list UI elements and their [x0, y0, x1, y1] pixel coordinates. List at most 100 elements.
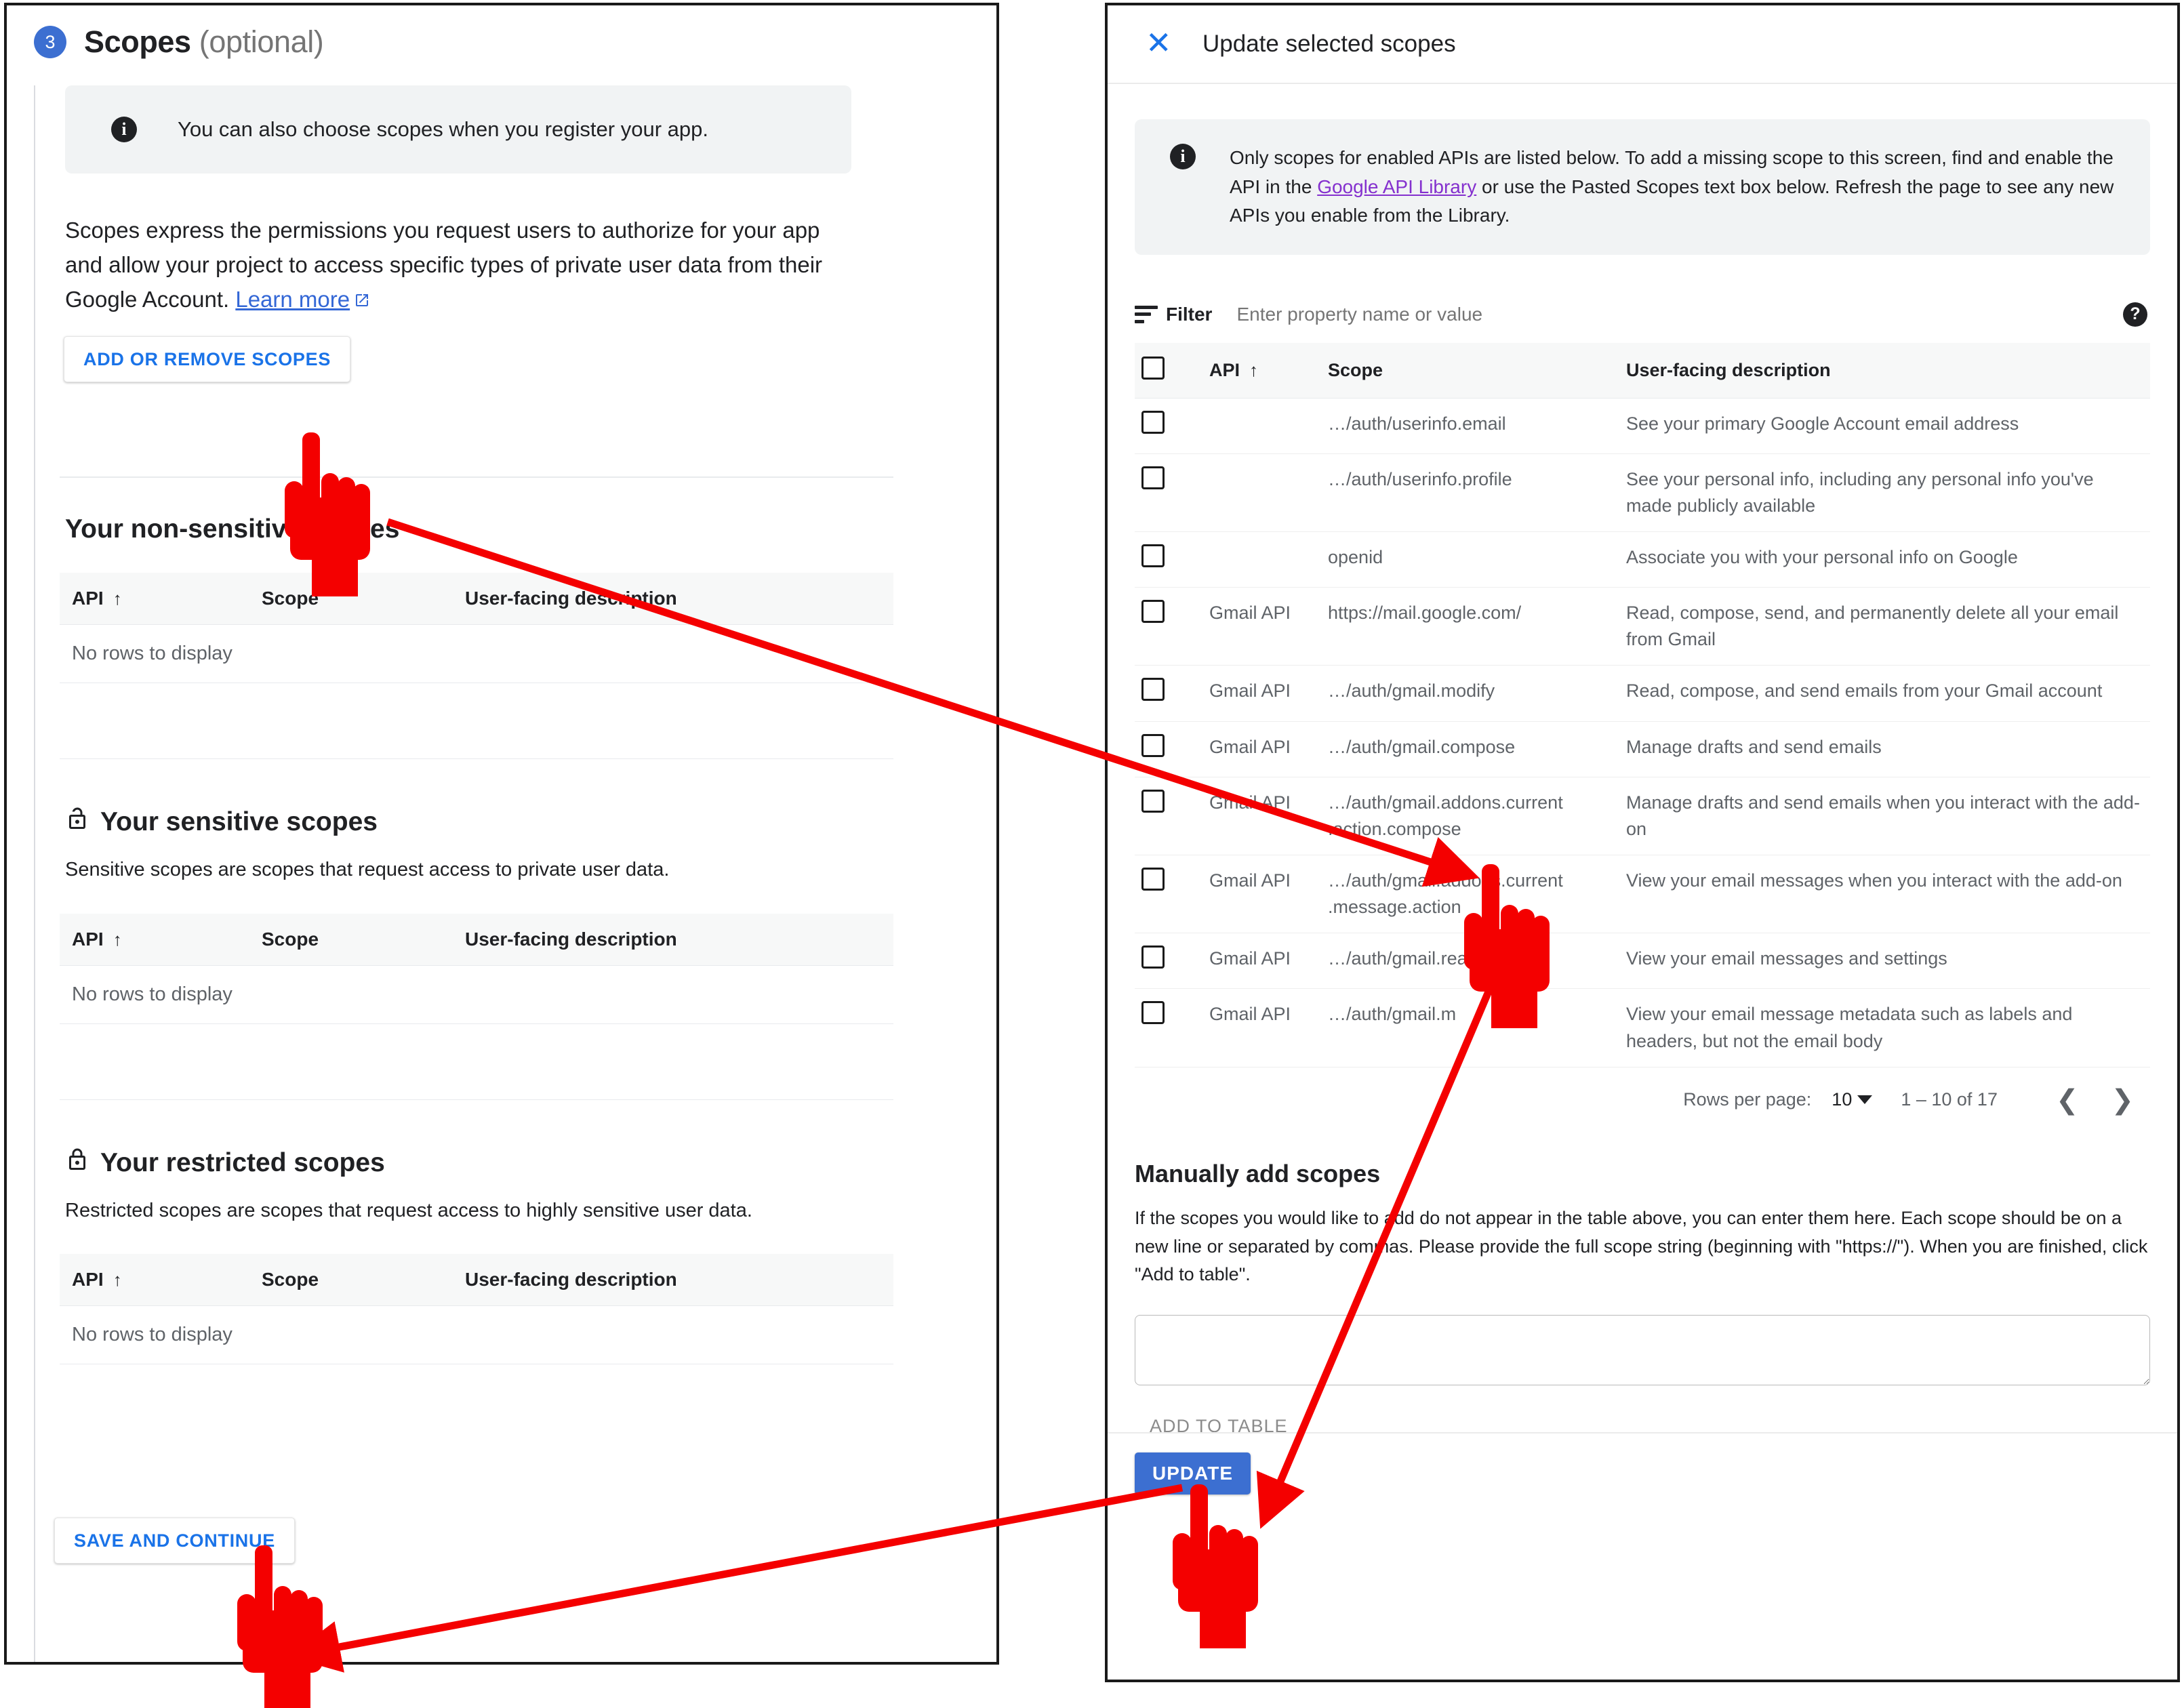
table-row[interactable]: Gmail API …/auth/gmail.m View your email m… — [1135, 988, 2150, 1068]
cell-api — [1202, 398, 1321, 454]
cell-api — [1202, 531, 1321, 588]
filter-input[interactable] — [1236, 303, 2150, 325]
col-header-api[interactable]: API ↑ — [60, 1254, 249, 1307]
col-header-description[interactable]: User-facing description — [453, 573, 893, 626]
cell-description: View your email message metadata such as… — [1619, 988, 2150, 1068]
help-icon[interactable]: ? — [2123, 302, 2147, 327]
info-icon: i — [111, 117, 137, 142]
cell-api: Gmail API — [1202, 721, 1321, 777]
sort-ascending-icon: ↑ — [1249, 359, 1259, 380]
page-title: Scopes (optional) — [84, 24, 324, 60]
table-row[interactable]: Gmail API …/auth/gmail.readonly View your … — [1135, 933, 2150, 990]
row-checkbox[interactable] — [1141, 466, 1165, 489]
dialog-info-banner: i Only scopes for enabled APIs are liste… — [1135, 119, 2150, 255]
cell-description: Manage drafts and send emails — [1619, 721, 2150, 777]
row-checkbox[interactable] — [1141, 544, 1165, 568]
info-banner-text: You can also choose scopes when you regi… — [178, 117, 708, 141]
scopes-table: API ↑ Scope User-facing description …/aut… — [1135, 342, 2150, 1068]
section-heading: Your sensitive scopes — [65, 807, 976, 838]
col-header-scope[interactable]: Scope — [249, 913, 453, 966]
rows-per-page-label: Rows per page: — [1683, 1089, 1812, 1110]
col-header-description[interactable]: User-facing description — [453, 1254, 893, 1307]
non-sensitive-scopes-table: API ↑ Scope User-facing description No ro… — [60, 573, 893, 684]
scopes-step-panel: 3 Scopes (optional) i You can also choos… — [4, 3, 999, 1665]
cell-description: View your email messages when you intera… — [1619, 855, 2150, 934]
update-button[interactable]: UPDATE — [1135, 1452, 1251, 1494]
row-checkbox[interactable] — [1141, 678, 1165, 702]
cell-description: Associate you with your personal info on… — [1619, 531, 2150, 588]
external-link-icon — [354, 283, 370, 307]
col-header-api-label: API — [72, 588, 104, 609]
row-checkbox[interactable] — [1141, 1001, 1165, 1025]
pasted-scopes-textarea[interactable] — [1135, 1315, 2150, 1386]
learn-more-link[interactable]: Learn more — [235, 287, 350, 312]
sort-ascending-icon: ↑ — [113, 1269, 122, 1290]
screenshot-root: 3 Scopes (optional) i You can also choos… — [0, 0, 2184, 1708]
chevron-down-icon[interactable] — [1857, 1095, 1873, 1105]
close-icon[interactable]: ✕ — [1146, 27, 1174, 58]
add-or-remove-scopes-button[interactable]: ADD OR REMOVE SCOPES — [64, 336, 351, 382]
col-header-api-label: API — [1209, 359, 1240, 380]
table-row[interactable]: …/auth/userinfo.profile See your personal… — [1135, 453, 2150, 533]
table-row: No rows to display — [60, 965, 893, 1024]
save-and-continue-button[interactable]: SAVE AND CONTINUE — [54, 1518, 295, 1564]
table-footer-space — [60, 1024, 893, 1100]
row-checkbox-cell — [1135, 398, 1202, 454]
cell-scope: …/auth/gmail.modify — [1321, 665, 1619, 722]
select-all-checkbox-cell — [1135, 342, 1202, 399]
section-subtitle: Sensitive scopes are scopes that request… — [65, 859, 670, 881]
table-row[interactable]: Gmail API …/auth/gmail.addons.current .me… — [1135, 855, 2150, 934]
section-non-sensitive: Your non-sensitive scopes API ↑ Scope Use… — [60, 514, 976, 760]
dialog-footer: UPDATE — [1108, 1432, 2177, 1513]
next-page-icon[interactable]: ❯ — [2095, 1086, 2150, 1114]
manual-heading: Manually add scopes — [1135, 1159, 1381, 1187]
lock-open-icon — [65, 807, 89, 838]
cell-scope: …/auth/gmail.compose — [1321, 721, 1619, 777]
table-header-row: API ↑ Scope User-facing description — [1135, 342, 2150, 399]
section-heading-text: Your non-sensitive scopes — [65, 514, 400, 544]
cell-description: Manage drafts and send emails when you i… — [1619, 777, 2150, 856]
col-header-api[interactable]: API ↑ — [60, 913, 249, 966]
col-header-scope[interactable]: Scope — [1321, 342, 1619, 399]
row-checkbox-cell — [1135, 587, 1202, 666]
rows-per-page-value[interactable]: 10 — [1832, 1089, 1852, 1110]
previous-page-icon[interactable]: ❮ — [2040, 1086, 2095, 1114]
table-footer-space — [60, 683, 893, 760]
cell-scope: …/auth/gmail.addons.current .message.act… — [1321, 855, 1619, 934]
table-row[interactable]: openid Associate you with your personal i… — [1135, 531, 2150, 588]
row-checkbox[interactable] — [1141, 410, 1165, 434]
pagination-range: 1 – 10 of 17 — [1901, 1089, 1998, 1110]
table-row[interactable]: …/auth/userinfo.email See your primary Go… — [1135, 398, 2150, 454]
col-header-description[interactable]: User-facing description — [453, 913, 893, 966]
col-header-scope[interactable]: Scope — [249, 1254, 453, 1307]
cell-scope: …/auth/userinfo.profile — [1321, 453, 1619, 533]
table-header-row: API ↑ Scope User-facing description — [60, 1254, 893, 1307]
col-header-api[interactable]: API ↑ — [60, 573, 249, 626]
filter-label: Filter — [1166, 303, 1213, 325]
table-row: No rows to display — [60, 624, 893, 684]
table-row[interactable]: Gmail API https://mail.google.com/Read, c… — [1135, 587, 2150, 666]
row-checkbox[interactable] — [1141, 600, 1165, 624]
manual-body-text: If the scopes you would like to add do n… — [1135, 1207, 2148, 1285]
col-header-api-label: API — [72, 928, 104, 950]
row-checkbox-cell — [1135, 721, 1202, 777]
row-checkbox[interactable] — [1141, 868, 1165, 891]
section-heading: Your restricted scopes — [65, 1147, 976, 1179]
col-header-api[interactable]: API ↑ — [1202, 342, 1321, 399]
step-number-badge: 3 — [34, 26, 66, 58]
table-row[interactable]: Gmail API …/auth/gmail.compose Manage draf… — [1135, 721, 2150, 777]
row-checkbox-cell — [1135, 777, 1202, 856]
google-api-library-link[interactable]: Google API Library — [1317, 176, 1476, 197]
filter-icon[interactable] — [1135, 305, 1158, 323]
select-all-checkbox[interactable] — [1141, 356, 1165, 380]
row-checkbox[interactable] — [1141, 946, 1165, 969]
col-header-scope[interactable]: Scope — [249, 573, 453, 626]
table-row[interactable]: Gmail API …/auth/gmail.modify Read, compos… — [1135, 665, 2150, 722]
section-heading-text: Your sensitive scopes — [100, 807, 378, 837]
table-header-row: API ↑ Scope User-facing description — [60, 573, 893, 626]
row-checkbox[interactable] — [1141, 733, 1165, 757]
table-row[interactable]: Gmail API …/auth/gmail.addons.current .ac… — [1135, 777, 2150, 856]
row-checkbox[interactable] — [1141, 789, 1165, 813]
cell-api: Gmail API — [1202, 933, 1321, 990]
col-header-description[interactable]: User-facing description — [1619, 342, 2150, 399]
